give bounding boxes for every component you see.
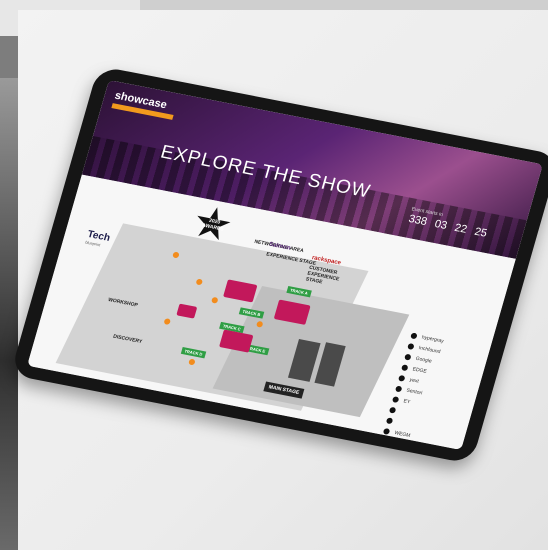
sponsor-legend: hypergray Inchfound Google EDGE yext Sen…	[382, 331, 481, 450]
countdown-hours: 03	[433, 218, 449, 232]
tablet-device: showcase EXPLORE THE SHOW Event starts i…	[10, 65, 548, 465]
desk-surface: showcase EXPLORE THE SHOW Event starts i…	[10, 10, 548, 550]
salmon-logo[interactable]: Salmon	[268, 242, 291, 252]
tech-blueprint-logo[interactable]: Tech blueprint	[85, 229, 112, 249]
countdown-seconds: 25	[472, 225, 489, 240]
tablet-screen: showcase EXPLORE THE SHOW Event starts i…	[27, 80, 543, 450]
countdown-minutes: 22	[453, 221, 469, 236]
